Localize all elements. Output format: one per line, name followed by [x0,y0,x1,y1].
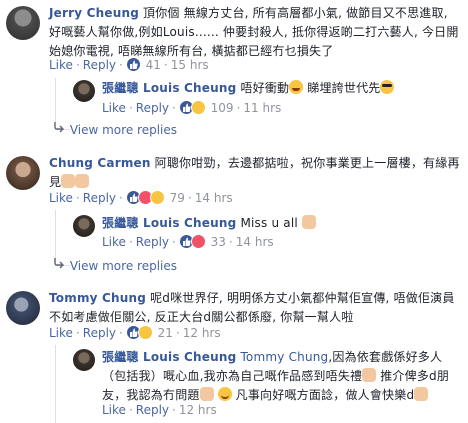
reply-actions: Like · Reply · 109 · 11 hrs [102,100,282,115]
avatar[interactable] [73,349,95,371]
clap-emoji [61,174,76,188]
reaction-count[interactable]: 33 [211,235,226,249]
like-button[interactable]: Like [102,403,126,417]
pray-emoji [301,215,316,229]
sunglasses-emoji [380,80,395,94]
reply-button[interactable]: Reply [136,235,169,249]
reply-arrow-icon [52,256,66,270]
clap-emoji [75,174,90,188]
reply-text: 張繼聰 Louis Cheung Miss u all [102,214,462,233]
like-button[interactable]: Like [102,235,126,249]
avatar[interactable] [73,215,95,237]
reply-actions: Like · Reply · 33 · 14 hrs [102,234,274,249]
reply-text: 張繼聰 Louis Cheung 唔好衝動 睇埋誇世代先 [102,79,462,98]
commenter-name[interactable]: Jerry Cheung [49,6,139,20]
reply-button[interactable]: Reply [136,101,169,115]
reply-body-continued: 睇埋誇世代先 [307,81,381,95]
like-button[interactable]: Like [49,326,73,340]
like-button[interactable]: Like [49,191,73,205]
reply-button[interactable]: Reply [83,58,116,72]
avatar[interactable] [73,80,95,102]
mention-link[interactable]: Tommy Chung [240,350,328,364]
avatar[interactable] [6,6,40,40]
thumbs-up-icon [125,57,141,72]
comment-actions: Like · Reply · 41 · 15 hrs [49,57,209,72]
view-more-replies[interactable]: View more replies [52,120,177,139]
comment-actions: Like · Reply · 79 · 14 hrs [49,190,233,205]
reply-button[interactable]: Reply [83,326,116,340]
reaction-count[interactable]: 41 [146,58,161,72]
laugh-emoji [289,80,304,94]
reply-button[interactable]: Reply [136,403,169,417]
view-more-replies-label: View more replies [69,259,177,273]
reply-body: Miss u all [240,216,298,230]
reply-body-end: 凡事向好嘅方面諗，做人會快樂d [235,388,415,402]
pray-emoji [414,387,429,401]
timestamp[interactable]: 15 hrs [171,58,209,72]
reply-button[interactable]: Reply [83,191,116,205]
timestamp[interactable]: 14 hrs [236,235,274,249]
reaction-count[interactable]: 21 [158,326,173,340]
reply-author-name[interactable]: 張繼聰 Louis Cheung [102,81,236,95]
timestamp[interactable]: 11 hrs [243,101,281,115]
comment-text: Tommy Chung 呢d咪世界仔, 明明係方丈小氣都仲幫佢宣傳, 唔做佢演員… [49,289,463,327]
avatar[interactable] [6,156,40,190]
reaction-count[interactable]: 109 [211,101,234,115]
avatar[interactable] [6,291,40,325]
comment-text: Chung Carmen 阿聰你咁勁，去邊都掂啦，祝你事業更上一層樓，有緣再見 [49,154,463,192]
thumbs-up-emoji [199,387,214,401]
reaction-count[interactable]: 79 [170,191,185,205]
like-button[interactable]: Like [49,58,73,72]
commenter-name[interactable]: Chung Carmen [49,156,151,170]
reply-body: 唔好衝動 [240,81,290,95]
comment-actions: Like · Reply · 21 · 12 hrs [49,325,221,340]
thread-line [55,345,56,423]
comment-text: Jerry Cheung 頂你個 無線方丈台, 所有高層都小氣, 做節目又不思進… [49,4,463,61]
view-more-replies[interactable]: View more replies [52,256,177,275]
timestamp[interactable]: 12 hrs [179,403,217,417]
timestamp[interactable]: 12 hrs [183,326,221,340]
reply-text: 張繼聰 Louis Cheung Tommy Chung,因為依套戲係好多人（包… [102,348,464,405]
thread-line [55,78,56,122]
love-icon [190,234,206,249]
haha-icon [190,100,206,115]
reply-author-name[interactable]: 張繼聰 Louis Cheung [102,350,236,364]
thumbs-up-emoji [362,368,377,382]
like-button[interactable]: Like [102,101,126,115]
timestamp[interactable]: 14 hrs [195,191,233,205]
haha-icon [149,190,165,205]
reply-arrow-icon [52,120,66,134]
commenter-name[interactable]: Tommy Chung [49,291,146,305]
view-more-replies-label: View more replies [69,123,177,137]
reply-actions: Like · Reply · 12 hrs [102,403,217,417]
reply-author-name[interactable]: 張繼聰 Louis Cheung [102,216,236,230]
smile-emoji [217,387,232,401]
haha-icon [137,325,153,340]
